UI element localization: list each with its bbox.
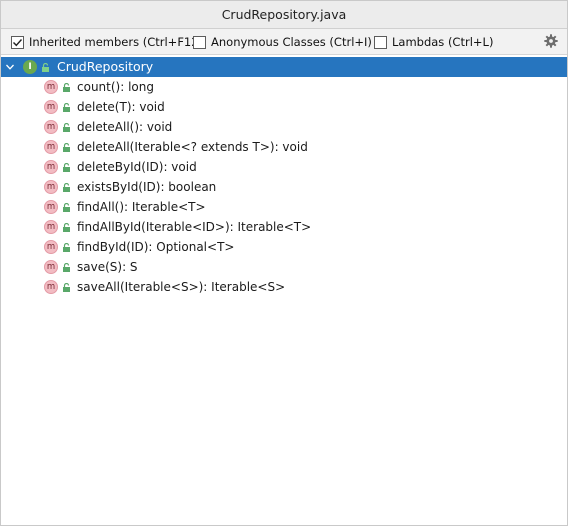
method-label: findAll(): Iterable<T> xyxy=(77,200,206,214)
method-icon-letter: m xyxy=(46,121,56,132)
inherited-members-checkbox[interactable] xyxy=(11,35,24,49)
method-icon: m xyxy=(44,240,58,254)
tree-node-crudrepository[interactable]: I CrudRepository xyxy=(1,57,567,77)
interface-icon: I xyxy=(23,60,37,74)
method-icon: m xyxy=(44,80,58,94)
method-icon-letter: m xyxy=(46,221,56,232)
lambdas-option[interactable]: Lambdas (Ctrl+L) xyxy=(374,34,493,50)
method-label: existsById(ID): boolean xyxy=(77,180,217,194)
method-label: deleteAll(Iterable<? extends T>): void xyxy=(77,140,308,154)
lock-icon xyxy=(63,102,70,112)
method-row[interactable]: m deleteAll(Iterable<? extends T>): void xyxy=(1,137,567,157)
method-icon: m xyxy=(44,220,58,234)
method-row[interactable]: m findAllById(Iterable<ID>): Iterable<T> xyxy=(1,217,567,237)
method-icon: m xyxy=(44,140,58,154)
inherited-members-option[interactable]: Inherited members (Ctrl+F12) xyxy=(11,34,203,50)
method-icon: m xyxy=(44,260,58,274)
method-label: deleteAll(): void xyxy=(77,120,173,134)
anonymous-classes-checkbox[interactable] xyxy=(193,35,206,49)
lock-icon xyxy=(63,262,70,272)
lock-icon xyxy=(63,162,70,172)
method-label: findById(ID): Optional<T> xyxy=(77,240,235,254)
tree-node-label: CrudRepository xyxy=(57,59,154,74)
anonymous-classes-option[interactable]: Anonymous Classes (Ctrl+I) xyxy=(193,34,372,50)
method-label: findAllById(Iterable<ID>): Iterable<T> xyxy=(77,220,312,234)
lambdas-label: Lambdas (Ctrl+L) xyxy=(392,35,494,49)
method-row[interactable]: m save(S): S xyxy=(1,257,567,277)
method-icon-letter: m xyxy=(46,141,56,152)
lock-icon xyxy=(63,282,70,292)
lock-icon xyxy=(63,202,70,212)
method-row[interactable]: m count(): long xyxy=(1,77,567,97)
lock-icon xyxy=(63,242,70,252)
method-icon: m xyxy=(44,280,58,294)
method-icon: m xyxy=(44,100,58,114)
interface-icon-letter: I xyxy=(28,61,32,72)
method-icon-letter: m xyxy=(46,241,56,252)
method-icon: m xyxy=(44,120,58,134)
method-icon-letter: m xyxy=(46,281,56,292)
filter-toolbar: Inherited members (Ctrl+F12) Anonymous C… xyxy=(1,29,567,55)
method-icon: m xyxy=(44,160,58,174)
method-label: count(): long xyxy=(77,80,154,94)
lock-icon xyxy=(63,82,70,92)
method-icon-letter: m xyxy=(46,261,56,272)
lock-icon xyxy=(63,222,70,232)
method-icon: m xyxy=(44,180,58,194)
method-label: deleteById(ID): void xyxy=(77,160,197,174)
inherited-members-label: Inherited members (Ctrl+F12) xyxy=(29,35,204,49)
method-row[interactable]: m delete(T): void xyxy=(1,97,567,117)
method-icon-letter: m xyxy=(46,161,56,172)
method-label: delete(T): void xyxy=(77,100,165,114)
anonymous-classes-label: Anonymous Classes (Ctrl+I) xyxy=(211,35,372,49)
method-row[interactable]: m existsById(ID): boolean xyxy=(1,177,567,197)
method-icon-letter: m xyxy=(46,201,56,212)
gear-icon[interactable] xyxy=(543,33,559,49)
method-row[interactable]: m findAll(): Iterable<T> xyxy=(1,197,567,217)
lock-icon xyxy=(63,142,70,152)
structure-tree: I CrudRepository m count(): long m delet… xyxy=(1,57,567,297)
lock-icon xyxy=(63,122,70,132)
lambdas-checkbox[interactable] xyxy=(374,35,387,49)
window-title: CrudRepository.java xyxy=(221,7,347,22)
lock-icon xyxy=(63,182,70,192)
checkmark-icon xyxy=(13,38,23,46)
method-label: saveAll(Iterable<S>): Iterable<S> xyxy=(77,280,286,294)
method-icon-letter: m xyxy=(46,101,56,112)
method-row[interactable]: m deleteById(ID): void xyxy=(1,157,567,177)
method-icon-letter: m xyxy=(46,81,56,92)
method-icon: m xyxy=(44,200,58,214)
method-icon-letter: m xyxy=(46,181,56,192)
method-row[interactable]: m saveAll(Iterable<S>): Iterable<S> xyxy=(1,277,567,297)
chevron-down-icon[interactable] xyxy=(5,62,15,72)
structure-popup: CrudRepository.java Inherited members (C… xyxy=(0,0,568,526)
lock-icon xyxy=(42,63,49,72)
title-bar[interactable]: CrudRepository.java xyxy=(1,1,567,29)
method-row[interactable]: m findById(ID): Optional<T> xyxy=(1,237,567,257)
method-row[interactable]: m deleteAll(): void xyxy=(1,117,567,137)
method-label: save(S): S xyxy=(77,260,138,274)
